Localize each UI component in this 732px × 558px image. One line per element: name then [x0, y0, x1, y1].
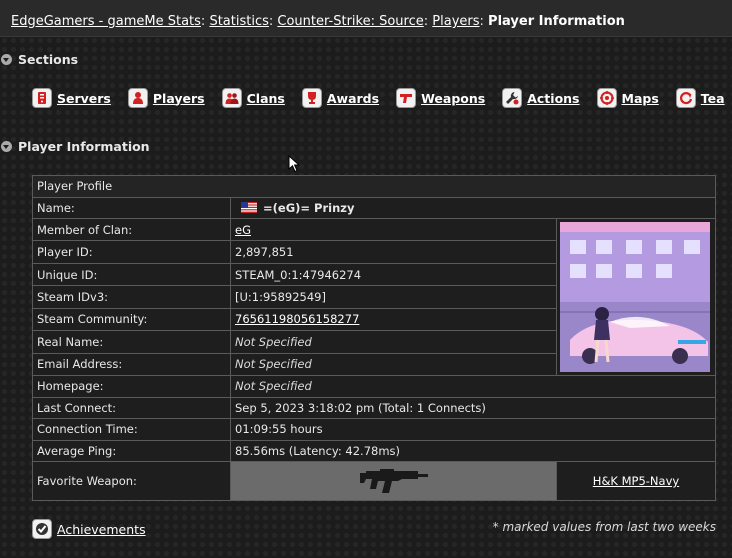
section-nav: Servers Players Clans Awards Weapons Act…: [32, 86, 732, 110]
player-name: =(eG)= Prinzy: [263, 200, 355, 215]
avg-ping-value: 85.56ms (Latency: 42.78ms): [230, 439, 716, 462]
achievements-link[interactable]: Achievements: [57, 522, 146, 537]
email-label: Email Address:: [32, 352, 231, 377]
wrench-icon[interactable]: [502, 88, 523, 108]
avatar-cell: [556, 218, 716, 376]
table-row: Average Ping: 85.56ms (Latency: 42.78ms): [32, 439, 716, 462]
nav-clans[interactable]: Clans: [221, 88, 285, 108]
connection-time-value: 01:09:55 hours: [230, 418, 716, 441]
footnote: * marked values from last two weeks: [492, 520, 716, 534]
steam-community-link[interactable]: 76561198056158277: [235, 312, 359, 326]
player-id-label: Player ID:: [32, 240, 231, 264]
real-name-value: Not Specified: [230, 330, 557, 354]
team-icon[interactable]: [675, 88, 696, 108]
nav-actions[interactable]: Actions: [502, 88, 580, 108]
table-row: Member of Clan: eG: [32, 217, 716, 376]
nav-teams-label[interactable]: Tea: [701, 91, 725, 106]
clan-link[interactable]: eG: [235, 223, 251, 237]
nav-servers-label[interactable]: Servers: [57, 91, 111, 106]
unique-id-value: STEAM_0:1:47946274: [230, 262, 557, 287]
clan-label: Member of Clan:: [32, 217, 231, 242]
connection-time-label: Connection Time:: [32, 418, 231, 441]
real-name-label: Real Name:: [32, 330, 231, 354]
nav-awards-label[interactable]: Awards: [327, 91, 379, 106]
breadcrumb: EdgeGamers - gameMe Stats: Statistics: C…: [0, 0, 732, 37]
name-label: Name:: [32, 196, 231, 219]
breadcrumb-separator: :: [423, 14, 429, 29]
breadcrumb-game[interactable]: Counter-Strike: Source: [277, 14, 423, 29]
mp5-weapon-icon: [359, 469, 428, 493]
breadcrumb-current: Player Information: [488, 14, 625, 29]
breadcrumb-statistics[interactable]: Statistics: [209, 14, 268, 29]
player-profile-table: Player Profile Name: =(eG)= Prinzy Membe…: [32, 175, 716, 501]
player-id-value: 2,897,851: [230, 240, 557, 264]
fav-weapon-image-cell: [230, 461, 557, 501]
table-row: Last Connect: Sep 5, 2023 3:18:02 pm (To…: [32, 396, 716, 419]
collapse-arrow-icon[interactable]: [1, 54, 12, 65]
sections-heading: Sections: [18, 52, 79, 67]
nav-weapons-label[interactable]: Weapons: [421, 91, 485, 106]
homepage-label: Homepage:: [32, 375, 231, 398]
nav-weapons[interactable]: Weapons: [396, 88, 485, 108]
mouse-cursor-icon: [288, 155, 300, 173]
steam-idv3-label: Steam IDv3:: [32, 285, 231, 309]
profile-header: Player Profile: [32, 175, 716, 198]
unique-id-label: Unique ID:: [32, 262, 231, 287]
homepage-value: Not Specified: [230, 375, 716, 398]
player-icon[interactable]: [127, 88, 148, 108]
nav-teams[interactable]: Tea: [675, 88, 725, 108]
nav-players[interactable]: Players: [127, 88, 205, 108]
clan-icon[interactable]: [221, 88, 242, 108]
breadcrumb-players[interactable]: Players: [432, 14, 479, 29]
fav-weapon-label: Favorite Weapon:: [32, 461, 231, 501]
nav-clans-label[interactable]: Clans: [247, 91, 285, 106]
name-cell: =(eG)= Prinzy: [230, 196, 716, 219]
map-target-icon[interactable]: [596, 88, 617, 108]
nav-maps-label[interactable]: Maps: [622, 91, 659, 106]
player-avatar: [560, 222, 710, 372]
avg-ping-label: Average Ping:: [32, 439, 231, 462]
last-connect-value: Sep 5, 2023 3:18:02 pm (Total: 1 Connect…: [230, 396, 716, 419]
breadcrumb-separator: :: [200, 14, 206, 29]
sections-toggle[interactable]: Sections: [0, 52, 78, 67]
player-info-toggle[interactable]: Player Information: [0, 139, 150, 154]
clan-cell: eG: [230, 217, 557, 242]
breadcrumb-separator: :: [268, 14, 274, 29]
table-row: Favorite Weapon: H&K MP5-Navy: [32, 461, 716, 501]
breadcrumb-home[interactable]: EdgeGamers - gameMe Stats: [11, 14, 201, 29]
table-row: Name: =(eG)= Prinzy: [32, 196, 716, 219]
steam-idv3-value: [U:1:95892549]: [230, 285, 557, 309]
table-row: Homepage: Not Specified: [32, 375, 716, 398]
player-info-heading: Player Information: [18, 139, 150, 154]
achievement-check-icon[interactable]: [32, 519, 52, 539]
weapon-icon[interactable]: [396, 88, 417, 108]
us-flag-icon: [241, 201, 257, 213]
nav-maps[interactable]: Maps: [596, 88, 659, 108]
steam-community-cell: 76561198056158277: [230, 307, 557, 332]
steam-community-label: Steam Community:: [32, 307, 231, 332]
breadcrumb-separator: :: [479, 14, 484, 29]
server-icon[interactable]: [32, 88, 52, 108]
fav-weapon-link[interactable]: H&K MP5-Navy: [593, 474, 679, 488]
nav-players-label[interactable]: Players: [153, 91, 205, 106]
trophy-icon[interactable]: [301, 88, 322, 108]
collapse-arrow-icon[interactable]: [1, 141, 12, 152]
achievements-link-row[interactable]: Achievements: [32, 519, 146, 539]
fav-weapon-name-cell: H&K MP5-Navy: [556, 461, 716, 501]
last-connect-label: Last Connect:: [32, 396, 231, 419]
table-row: Player Profile: [32, 175, 716, 198]
nav-servers[interactable]: Servers: [32, 88, 111, 108]
nav-actions-label[interactable]: Actions: [527, 91, 579, 106]
table-row: Connection Time: 01:09:55 hours: [32, 418, 716, 441]
email-value: Not Specified: [230, 352, 557, 377]
nav-awards[interactable]: Awards: [301, 88, 379, 108]
